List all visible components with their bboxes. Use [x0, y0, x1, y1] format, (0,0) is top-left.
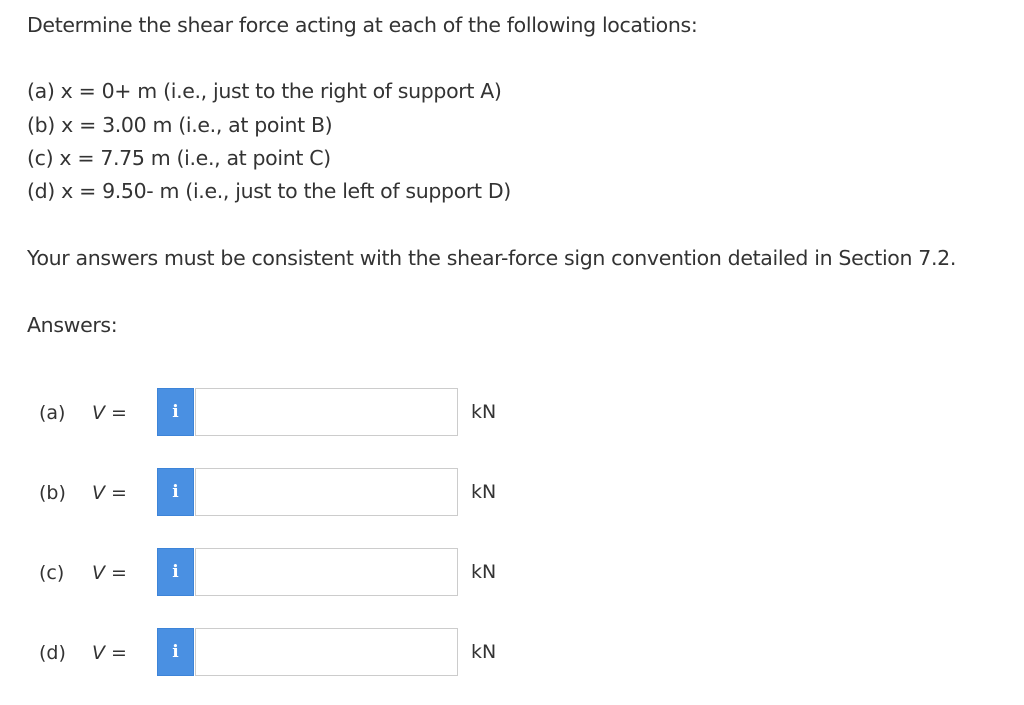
part-label: (d) [39, 642, 66, 664]
variable-label: V = [92, 402, 127, 424]
unit-label: kN [471, 481, 497, 503]
info-icon[interactable]: i [157, 628, 194, 676]
location-a: (a) x = 0+ m (i.e., just to the right of… [27, 79, 502, 103]
sign-convention-note: Your answers must be consistent with the… [27, 246, 957, 270]
part-label: (b) [39, 482, 66, 504]
location-c: (c) x = 7.75 m (i.e., at point C) [27, 146, 331, 170]
info-icon[interactable]: i [157, 548, 194, 596]
answers-heading: Answers: [27, 313, 118, 337]
info-icon[interactable]: i [157, 388, 194, 436]
unit-label: kN [471, 401, 497, 423]
answer-row-d: (d) V = i kN [0, 628, 1024, 678]
answer-row-b: (b) V = i kN [0, 468, 1024, 518]
answer-input-b[interactable] [195, 468, 458, 516]
variable-label: V = [92, 482, 127, 504]
answer-row-c: (c) V = i kN [0, 548, 1024, 598]
variable-label: V = [92, 642, 127, 664]
info-icon[interactable]: i [157, 468, 194, 516]
answer-input-c[interactable] [195, 548, 458, 596]
unit-label: kN [471, 561, 497, 583]
part-label: (c) [39, 562, 65, 584]
location-d: (d) x = 9.50- m (i.e., just to the left … [27, 179, 511, 203]
part-label: (a) [39, 402, 66, 424]
variable-label: V = [92, 562, 127, 584]
question-prompt: Determine the shear force acting at each… [27, 13, 698, 37]
location-b: (b) x = 3.00 m (i.e., at point B) [27, 113, 333, 137]
answer-row-a: (a) V = i kN [0, 388, 1024, 438]
answer-input-a[interactable] [195, 388, 458, 436]
unit-label: kN [471, 641, 497, 663]
answer-input-d[interactable] [195, 628, 458, 676]
